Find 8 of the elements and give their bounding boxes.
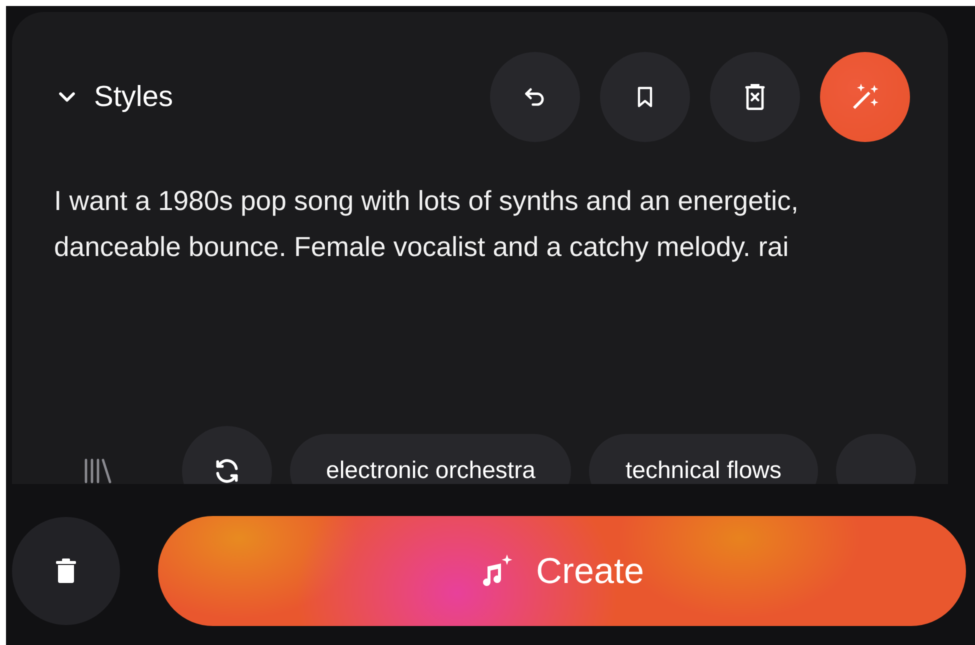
- refresh-icon: [213, 457, 241, 484]
- style-tag-chip[interactable]: technical flows: [589, 434, 818, 484]
- style-prompt-field[interactable]: I want a 1980s pop song with lots of synths and an energetic, danceable bounce. Female vocalist and a catchy melody. rai: [54, 178, 914, 270]
- trash-icon: [54, 558, 78, 584]
- library-icon[interactable]: [82, 456, 112, 484]
- styles-toggle[interactable]: Styles: [54, 80, 173, 114]
- style-tag-chip[interactable]: electronic orchestra: [290, 434, 572, 484]
- create-button[interactable]: Create: [158, 516, 966, 626]
